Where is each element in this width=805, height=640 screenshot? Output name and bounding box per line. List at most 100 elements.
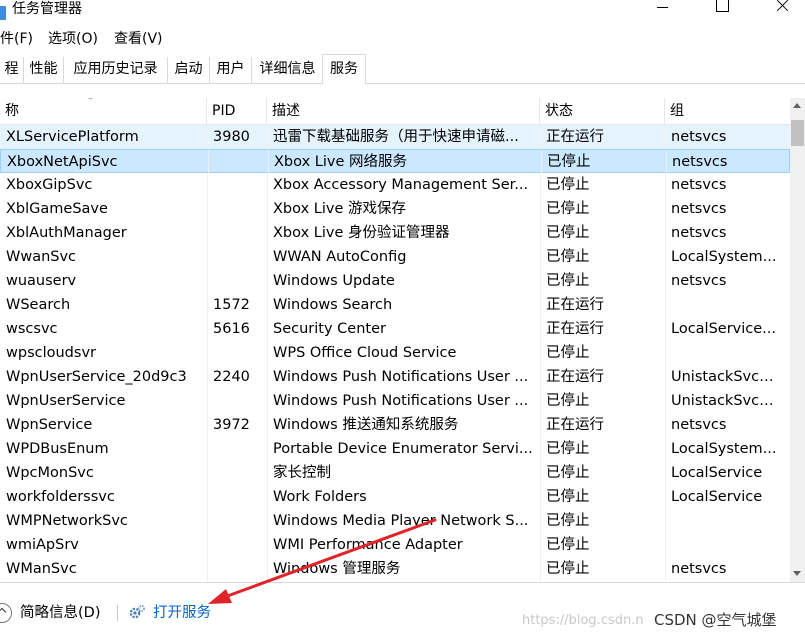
table-row[interactable]: XblGameSave Xbox Live 游戏保存 已停止 netsvcs	[0, 197, 790, 221]
column-separator	[665, 341, 666, 365]
tab-processes[interactable]: 程	[0, 57, 24, 84]
column-separator	[267, 293, 268, 317]
column-separator	[665, 221, 666, 245]
column-separator	[540, 461, 541, 485]
column-separator	[540, 341, 541, 365]
column-separator	[207, 509, 208, 533]
table-row[interactable]: wmiApSrv WMI Performance Adapter 已停止	[0, 533, 790, 557]
cell-name: wscsvc	[6, 321, 58, 337]
column-group[interactable]: 组	[665, 98, 790, 125]
cell-desc: Windows 推送通知系统服务	[273, 417, 459, 433]
table-body: XLServicePlatform 3980 迅雷下载基础服务（用于快速申请磁...…	[0, 125, 790, 582]
column-separator	[207, 557, 208, 581]
column-separator	[207, 461, 208, 485]
cell-name: WwanSvc	[6, 249, 77, 265]
column-separator	[665, 557, 666, 581]
cell-pid	[207, 437, 267, 461]
table-row[interactable]: XLServicePlatform 3980 迅雷下载基础服务（用于快速申请磁...…	[0, 125, 790, 149]
column-separator	[267, 173, 268, 197]
column-separator	[208, 150, 209, 174]
table-row[interactable]: XboxNetApiSvc Xbox Live 网络服务 已停止 netsvcs	[0, 149, 790, 174]
table-row[interactable]: WpnService 3972 Windows 推送通知系统服务 正在运行 netsvc…	[0, 413, 790, 437]
cell-status: 正在运行	[546, 369, 604, 385]
open-services-link[interactable]: 打开服务	[153, 603, 211, 623]
column-separator	[540, 221, 541, 245]
table-row[interactable]: WSearch 1572 Windows Search 正在运行	[0, 293, 790, 317]
column-separator	[207, 173, 208, 197]
close-icon[interactable]	[760, 0, 805, 16]
table-row[interactable]: WpcMonSvc 家长控制 已停止 LocalService	[0, 461, 790, 485]
table-row[interactable]: workfolderssvc Work Folders 已停止 LocalServic…	[0, 485, 790, 509]
column-separator	[541, 150, 542, 174]
column-separator	[540, 293, 541, 317]
table-row[interactable]: WpnUserService_20d9c3 2240 Windows Push No…	[0, 365, 790, 389]
cell-group: LocalService...	[671, 321, 776, 337]
table-row[interactable]: wpscloudsvr WPS Office Cloud Service 已停止	[0, 341, 790, 365]
column-separator	[540, 533, 541, 557]
scroll-up-icon[interactable]	[790, 98, 805, 115]
fewer-details-button[interactable]: 简略信息(D)	[20, 603, 100, 623]
column-separator	[540, 485, 541, 509]
column-pid[interactable]: PID	[207, 98, 267, 125]
table-row[interactable]: wscsvc 5616 Security Center 正在运行 LocalServic…	[0, 317, 790, 341]
collapse-icon[interactable]	[0, 603, 12, 623]
column-separator	[665, 461, 666, 485]
table-row[interactable]: WPDBusEnum Portable Device Enumerator Ser…	[0, 437, 790, 461]
table-row[interactable]: WpnUserService Windows Push Notifications…	[0, 389, 790, 413]
column-separator	[665, 485, 666, 509]
table-row[interactable]: XblAuthManager Xbox Live 身份验证管理器 已停止 netsvc…	[0, 221, 790, 245]
column-separator	[540, 317, 541, 341]
minimize-icon[interactable]	[640, 0, 686, 16]
column-separator	[207, 245, 208, 269]
vertical-scrollbar[interactable]	[790, 98, 805, 582]
maximize-icon[interactable]	[700, 0, 746, 16]
cell-pid: 2240	[213, 369, 250, 385]
scroll-down-icon[interactable]	[790, 565, 805, 582]
column-separator	[540, 557, 541, 581]
table-row[interactable]: WwanSvc WWAN AutoConfig 已停止 LocalSystem...	[0, 245, 790, 269]
cell-group: netsvcs	[671, 129, 727, 145]
cell-status: 已停止	[546, 177, 590, 193]
column-name-label: 称	[5, 103, 19, 119]
tab-services[interactable]: 服务	[322, 54, 366, 85]
menu-view[interactable]: 查看(V)	[114, 30, 163, 48]
cell-desc: Security Center	[273, 321, 386, 337]
tab-startup[interactable]: 启动	[168, 57, 210, 84]
table-row[interactable]: WManSvc Windows 管理服务 已停止 netsvcs	[0, 557, 790, 581]
column-separator	[665, 269, 666, 293]
task-manager-icon	[0, 6, 6, 20]
cell-group	[665, 293, 783, 317]
table-row[interactable]: wuauserv Windows Update 已停止 netsvcs	[0, 269, 790, 293]
column-separator	[207, 533, 208, 557]
menu-options[interactable]: 选项(O)	[48, 30, 98, 48]
column-separator	[267, 389, 268, 413]
tab-performance[interactable]: 性能	[24, 57, 64, 84]
column-status[interactable]: 状态	[540, 98, 665, 125]
column-separator	[540, 245, 541, 269]
column-description[interactable]: 描述	[267, 98, 540, 125]
services-gear-icon[interactable]	[128, 604, 146, 622]
tab-users[interactable]: 用户	[210, 57, 252, 84]
column-separator	[540, 173, 541, 197]
cell-desc: Windows Push Notifications User ...	[273, 393, 529, 409]
column-name[interactable]: 称 ﹀	[0, 98, 207, 125]
menu-file[interactable]: 件(F)	[0, 30, 33, 48]
column-separator	[540, 125, 541, 149]
column-separator	[267, 317, 268, 341]
column-separator	[665, 437, 666, 461]
cell-group: netsvcs	[672, 154, 728, 170]
status-divider	[117, 605, 118, 621]
scroll-thumb[interactable]	[791, 120, 804, 146]
cell-pid	[208, 150, 268, 174]
column-separator	[207, 485, 208, 509]
cell-name: XLServicePlatform	[6, 129, 139, 145]
cell-pid	[207, 245, 267, 269]
table-row[interactable]: WMPNetworkSvc Windows Media Player Networ…	[0, 509, 790, 533]
table-row[interactable]: XboxGipSvc Xbox Accessory Management Ser.…	[0, 173, 790, 197]
cell-status: 已停止	[546, 225, 590, 241]
tab-details[interactable]: 详细信息	[252, 57, 324, 84]
column-separator	[665, 533, 666, 557]
tab-app-history[interactable]: 应用历史记录	[64, 57, 168, 84]
cell-pid	[207, 341, 267, 365]
cell-pid: 3980	[213, 129, 250, 145]
